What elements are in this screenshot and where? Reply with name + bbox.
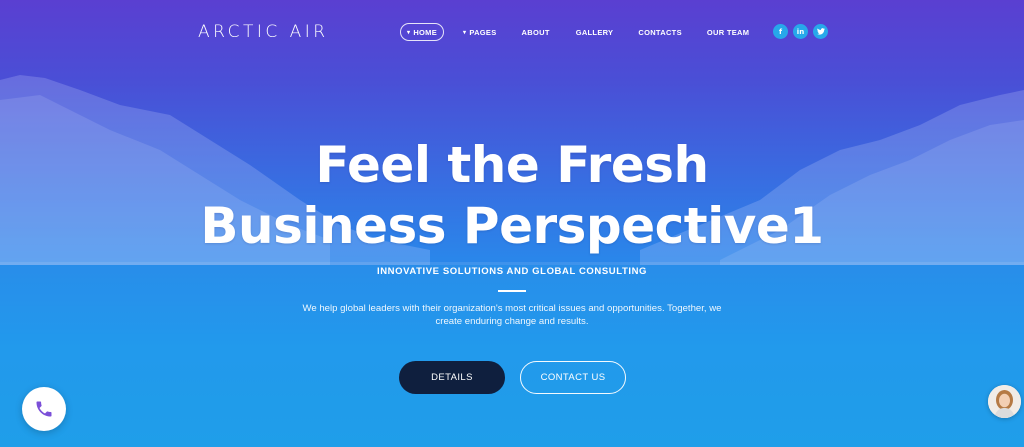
hero-divider xyxy=(498,290,526,292)
contact-us-button[interactable]: CONTACT US xyxy=(520,361,626,394)
chevron-down-icon: ▾ xyxy=(463,29,467,36)
nav-item-label: HOME xyxy=(413,27,438,37)
nav-item-pages[interactable]: ▾ PAGES xyxy=(463,23,497,41)
social-links: f in xyxy=(773,24,828,39)
nav-item-our-team[interactable]: OUR TEAM xyxy=(707,23,749,41)
hero-headline-line1: Feel the Fresh xyxy=(315,136,709,194)
brand-logo[interactable]: ARCTIC AIR xyxy=(198,22,329,42)
hero-headline-line2: Business Perspective1 xyxy=(200,197,824,255)
nav-item-contacts[interactable]: CONTACTS xyxy=(638,23,682,41)
nav-item-gallery[interactable]: GALLERY xyxy=(576,23,614,41)
hero-section: ARCTIC AIR ▾ HOME ▾ PAGES ABOUT GALLERY … xyxy=(0,0,1024,447)
nav-item-label: PAGES xyxy=(469,27,497,37)
main-nav: ▾ HOME ▾ PAGES ABOUT GALLERY CONTACTS OU… xyxy=(400,23,749,41)
hero-description: We help global leaders with their organi… xyxy=(302,303,722,327)
twitter-bird-glyph xyxy=(816,28,825,35)
chevron-down-icon: ▾ xyxy=(407,29,411,36)
nav-item-home[interactable]: ▾ HOME xyxy=(400,23,445,41)
linkedin-icon[interactable]: in xyxy=(793,24,808,39)
twitter-icon[interactable] xyxy=(813,24,828,39)
phone-call-button[interactable] xyxy=(22,387,66,431)
chat-agent-avatar[interactable] xyxy=(988,385,1021,418)
nav-item-about[interactable]: ABOUT xyxy=(522,23,550,41)
details-button[interactable]: DETAILS xyxy=(399,361,505,394)
avatar-icon xyxy=(988,385,1021,418)
facebook-icon[interactable]: f xyxy=(773,24,788,39)
phone-icon xyxy=(36,401,52,417)
hero-tagline: INNOVATIVE SOLUTIONS AND GLOBAL CONSULTI… xyxy=(376,266,648,277)
